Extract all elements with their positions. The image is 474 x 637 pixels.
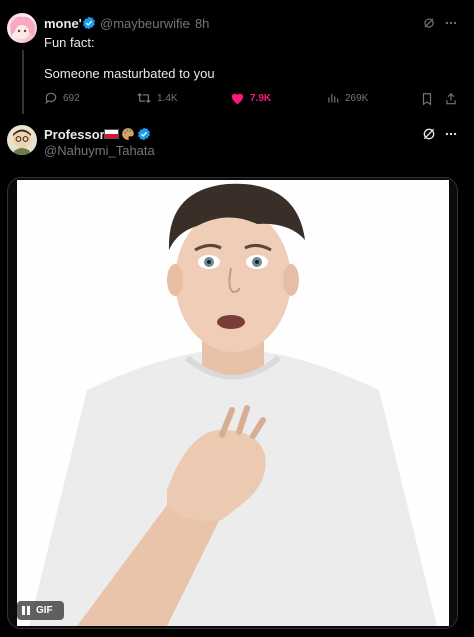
reply-button[interactable]: 692 (44, 91, 80, 105)
media-gif-container[interactable] (7, 177, 458, 629)
poland-flag-icon (104, 129, 119, 139)
views-button[interactable]: 269K (326, 91, 368, 105)
avatar-professor[interactable] (7, 125, 37, 155)
like-count: 7.9K (250, 92, 272, 104)
gif-image[interactable] (17, 180, 449, 626)
user-handle[interactable]: @Nahuymi_Tahata (44, 143, 155, 158)
tweet-text-line-2: Someone masturbated to you (44, 66, 215, 81)
tweet-action-bar: 692 1.4K 7.9K 269K (44, 91, 464, 109)
grok-icon[interactable] (421, 126, 437, 142)
bookmark-icon[interactable] (420, 92, 434, 106)
reply-count: 692 (63, 92, 80, 104)
more-icon[interactable] (444, 16, 458, 30)
thread-connector-line (22, 50, 24, 114)
verified-icon (82, 16, 96, 30)
anime-avatar-art (10, 16, 35, 39)
more-icon[interactable] (444, 127, 458, 141)
retweet-button[interactable]: 1.4K (136, 91, 178, 105)
gif-pause-button[interactable]: GIF (17, 601, 64, 620)
retweet-icon (136, 91, 152, 105)
share-icon[interactable] (444, 92, 458, 106)
like-button[interactable]: 7.9K (230, 91, 271, 105)
user-handle[interactable]: @maybeurwifie (100, 16, 190, 31)
palette-emoji-icon (121, 127, 135, 141)
views-icon (326, 91, 340, 105)
retweet-count: 1.4K (157, 92, 178, 104)
display-name[interactable]: mone' (44, 16, 82, 31)
pause-icon (22, 606, 30, 615)
avatar-mone[interactable] (7, 13, 37, 43)
cartoon-avatar-art (13, 129, 31, 155)
view-count: 269K (345, 92, 369, 104)
timestamp[interactable]: · 8h (187, 16, 209, 31)
heart-icon (230, 91, 245, 105)
verified-icon (137, 127, 151, 141)
tweet-text-line-1: Fun fact: (44, 35, 95, 50)
grok-icon[interactable] (422, 16, 436, 30)
reply-icon (44, 91, 58, 105)
person-illustration (29, 183, 437, 626)
display-name[interactable]: Professor (44, 127, 105, 142)
gif-badge: GIF (36, 605, 53, 616)
